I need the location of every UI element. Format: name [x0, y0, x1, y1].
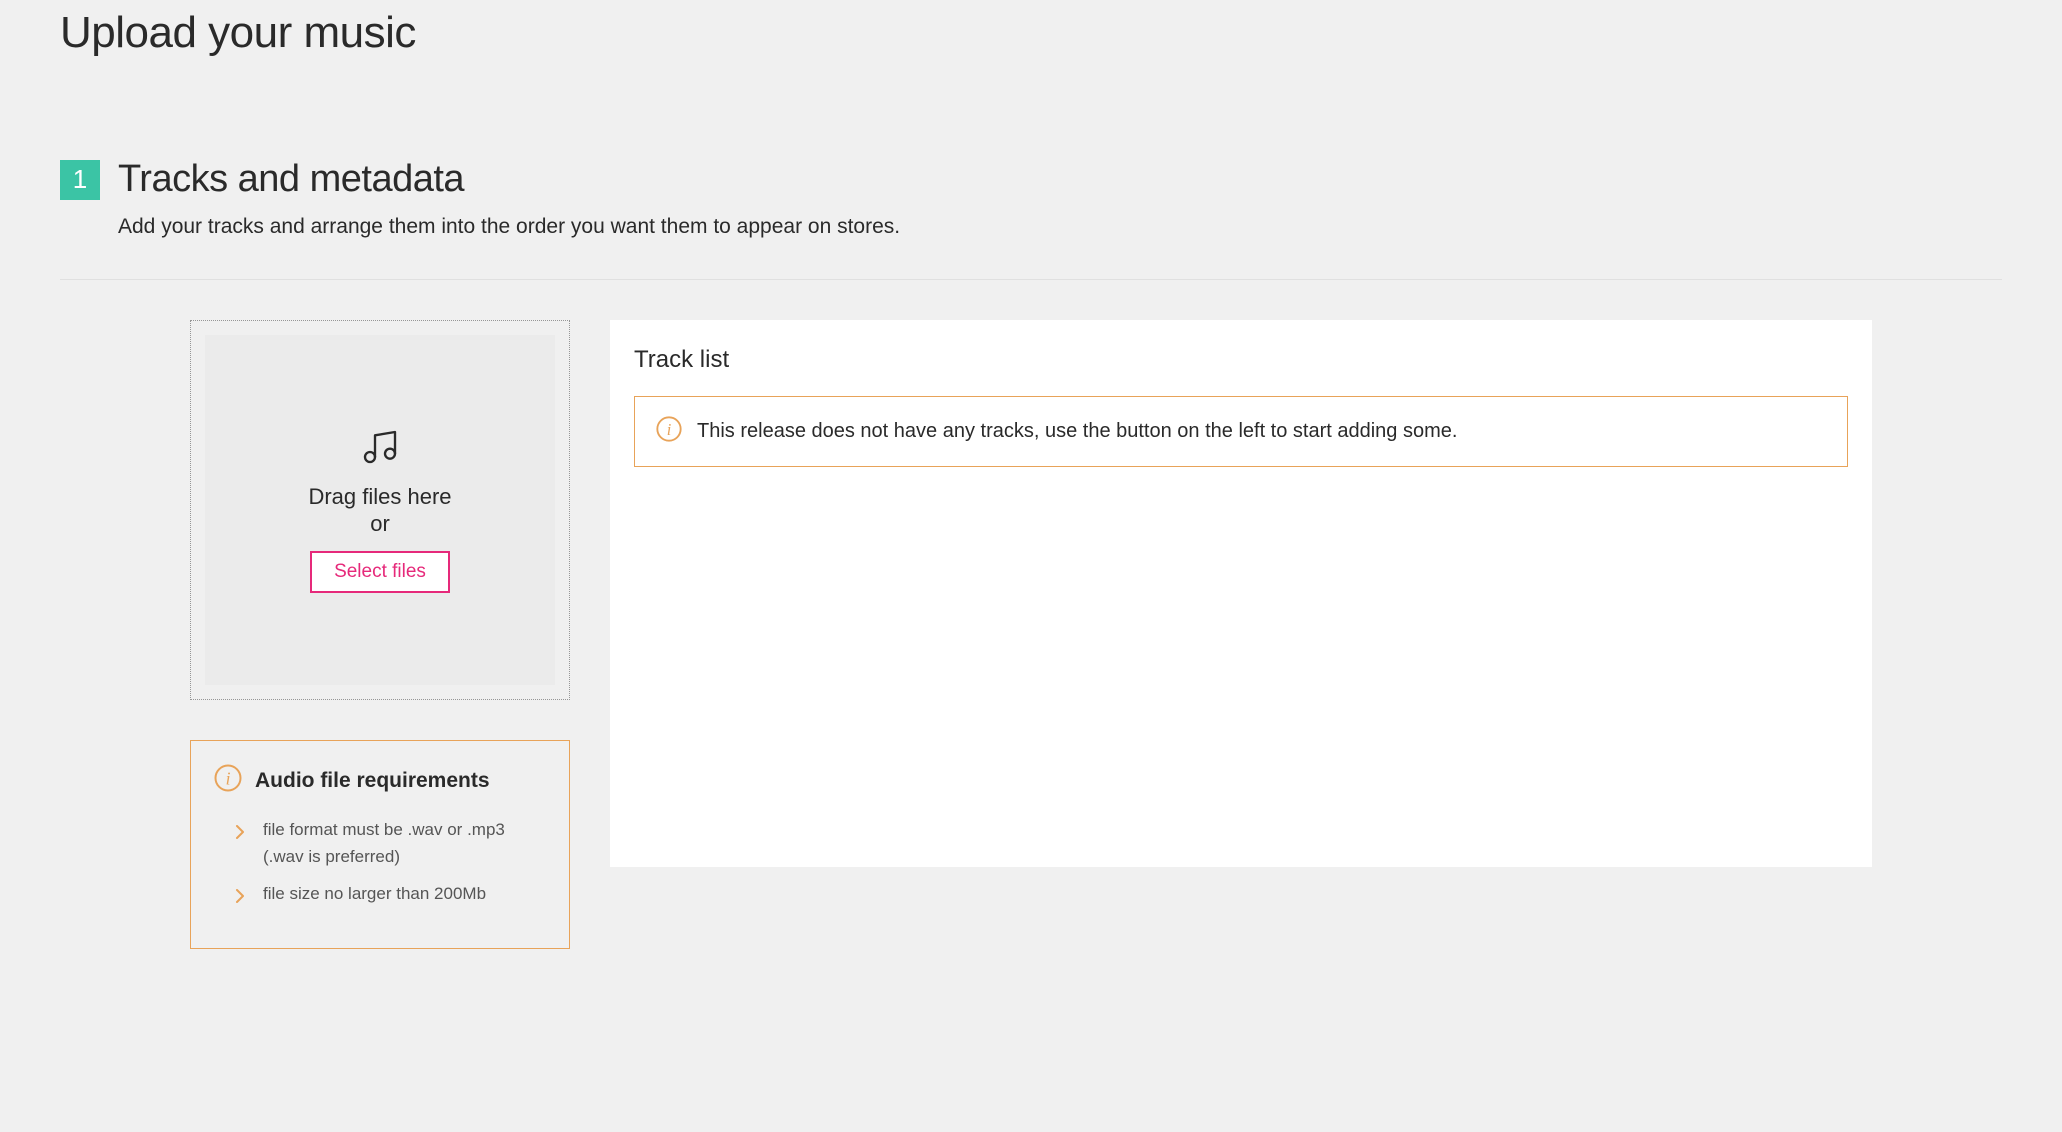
left-column: Drag files here or Select files i	[190, 320, 570, 949]
requirements-list: file format must be .wav or .mp3 (.wav i…	[213, 816, 547, 912]
tracks-metadata-section: 1 Tracks and metadata Add your tracks an…	[60, 158, 2002, 949]
track-list-panel: Track list i This release does not have …	[610, 320, 1872, 867]
dropzone-inner: Drag files here or Select files	[205, 335, 555, 685]
file-dropzone[interactable]: Drag files here or Select files	[190, 320, 570, 700]
list-item: file size no larger than 200Mb	[235, 880, 547, 911]
page-title: Upload your music	[60, 0, 2002, 58]
select-files-button[interactable]: Select files	[310, 551, 450, 593]
content-row: Drag files here or Select files i	[190, 320, 1872, 949]
info-icon: i	[213, 763, 243, 798]
svg-text:i: i	[226, 768, 231, 788]
dropzone-text: Drag files here or	[308, 484, 451, 537]
dropzone-line2: or	[370, 511, 390, 536]
music-note-icon	[360, 427, 400, 472]
track-list-empty-alert: i This release does not have any tracks,…	[634, 396, 1848, 467]
section-title: Tracks and metadata	[118, 158, 464, 201]
requirement-text: file size no larger than 200Mb	[263, 880, 486, 907]
chevron-right-icon	[235, 884, 245, 911]
section-subtitle: Add your tracks and arrange them into th…	[118, 215, 2002, 239]
list-item: file format must be .wav or .mp3 (.wav i…	[235, 816, 547, 870]
section-header: 1 Tracks and metadata	[60, 158, 2002, 201]
info-icon: i	[655, 415, 683, 448]
dropzone-line1: Drag files here	[308, 484, 451, 509]
svg-text:i: i	[667, 420, 672, 439]
step-number-badge: 1	[60, 160, 100, 200]
requirements-title: Audio file requirements	[255, 769, 490, 793]
section-divider	[60, 279, 2002, 280]
chevron-right-icon	[235, 820, 245, 847]
requirements-header: i Audio file requirements	[213, 763, 547, 798]
audio-requirements-box: i Audio file requirements file format mu…	[190, 740, 570, 949]
track-list-empty-text: This release does not have any tracks, u…	[697, 420, 1457, 443]
track-list-title: Track list	[634, 346, 1848, 374]
requirement-text: file format must be .wav or .mp3 (.wav i…	[263, 816, 547, 870]
